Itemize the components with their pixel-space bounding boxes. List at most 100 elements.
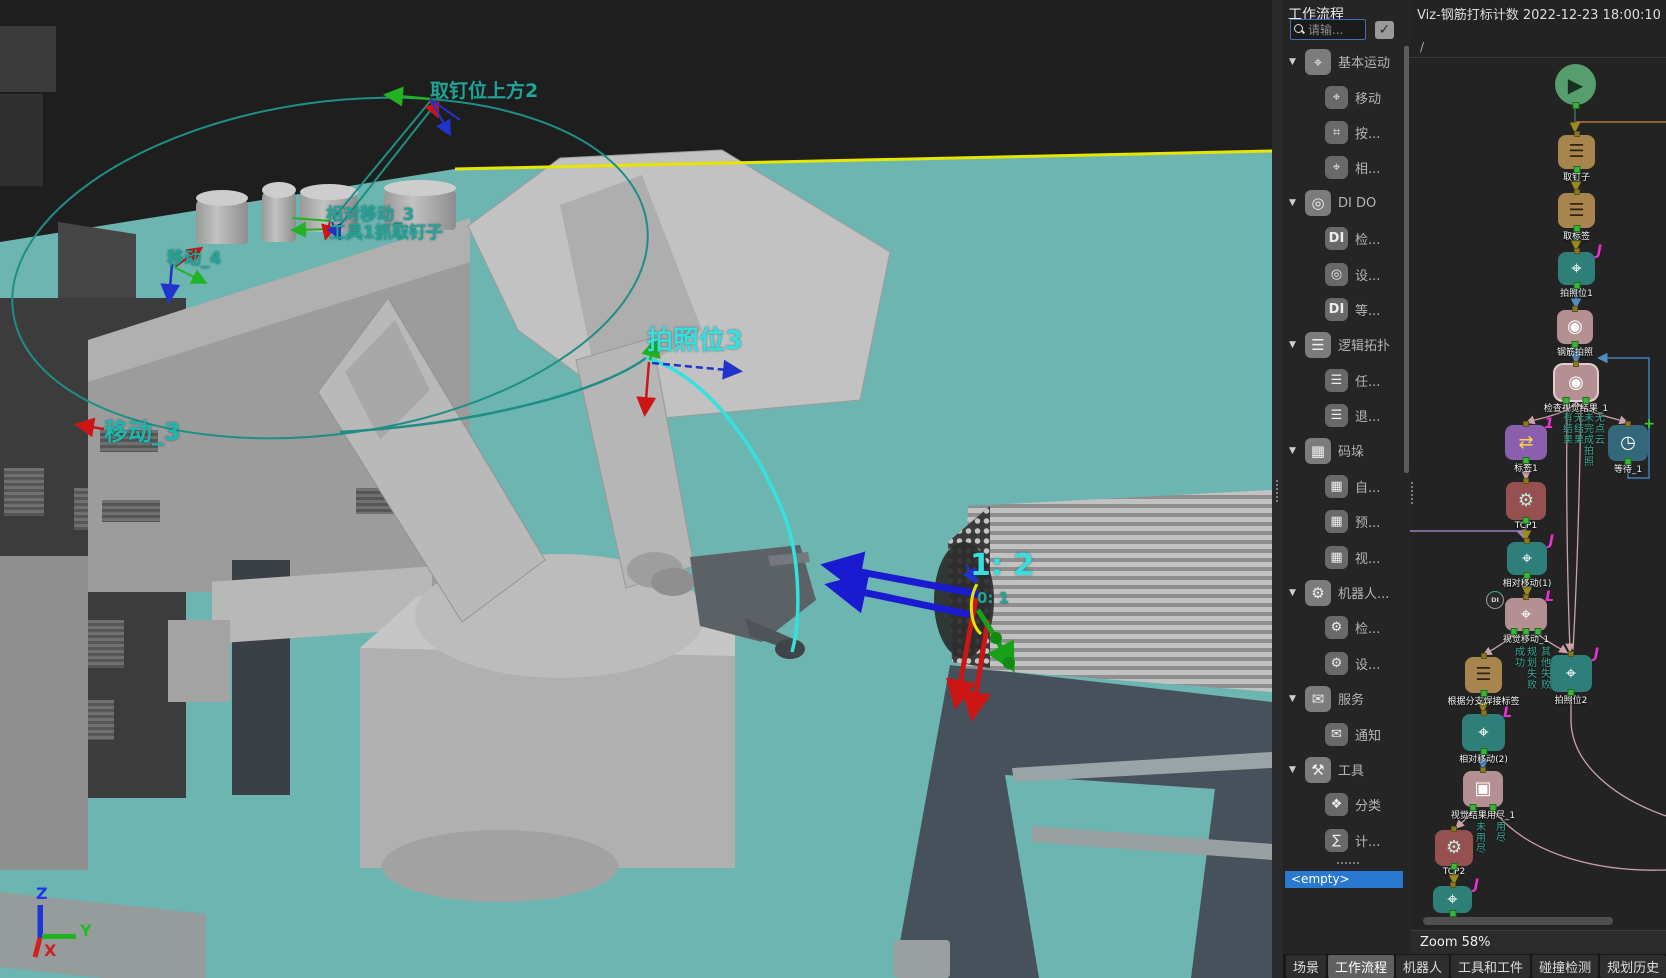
input-port[interactable] [1574,248,1580,254]
graph-resize-handle[interactable] [1411,482,1413,504]
output-port[interactable] [1573,166,1580,173]
output-port[interactable] [1480,748,1487,755]
output-port[interactable] [1568,689,1575,696]
input-port[interactable] [1572,306,1578,312]
output-port[interactable] [1535,628,1542,635]
output-port[interactable] [1470,804,1477,811]
node-4[interactable]: ◉钢筋拍照 [1557,310,1593,344]
tree-item-17[interactable]: ▼⚙设... [1283,646,1404,681]
tab-碰撞检测[interactable]: 碰撞检测 [1532,955,1598,978]
input-port[interactable] [1481,653,1487,659]
input-port[interactable] [1574,131,1580,137]
input-port[interactable] [1481,710,1487,716]
input-port[interactable] [1523,478,1529,484]
waypoint-label[interactable]: 取钉位上方2 [430,76,538,103]
tab-工作流程[interactable]: 工作流程 [1328,955,1394,978]
tab-规划历史[interactable]: 规划历史 [1600,955,1666,978]
waypoint-label[interactable]: 移动_3 [104,412,181,447]
sidebar-scrollbar[interactable] [1404,46,1409,473]
node-14[interactable]: ▣视觉结果用尽_1 [1463,771,1503,807]
search-input[interactable]: 请输... [1290,19,1366,40]
breadcrumb[interactable]: / [1420,40,1424,54]
tab-机器人[interactable]: 机器人 [1396,955,1449,978]
input-port[interactable] [1523,594,1529,600]
output-port[interactable] [1562,397,1569,404]
node-3[interactable]: ⌖J拍照位1 [1558,252,1595,285]
waypoint-label[interactable]: 拍照位3 [647,320,743,357]
tree-item-7[interactable]: ▼DI等... [1283,292,1404,327]
output-port[interactable] [1572,341,1579,348]
filter-checkbox[interactable]: ✓ [1375,21,1394,39]
tree-item-20[interactable]: ▼⚒工具 [1283,752,1404,787]
tree-item-15[interactable]: ▼⚙机器人... [1283,575,1404,610]
waypoint-label[interactable]: 移动_4 [167,244,221,269]
node-12[interactable]: ⌖J拍照位2 [1550,655,1592,692]
tree-item-21[interactable]: ▼❖分类 [1283,787,1404,822]
node-6[interactable]: ⇄1标签1 [1505,425,1547,460]
output-port[interactable] [1451,863,1458,870]
sidebar-resize-handle[interactable] [1337,862,1359,864]
tree-item-22[interactable]: ▼∑计... [1283,823,1404,858]
graph-hscrollbar[interactable] [1423,917,1613,925]
input-port[interactable] [1573,361,1579,367]
node-graph-canvas[interactable]: ▶ ☰取钉子 ☰取标签 ⌖J拍照位1 ◉钢筋拍照 ◉检查视觉结果_1⇄1标签1 ◷+等待_1… [1410,58,1666,930]
node-5[interactable]: ◉检查视觉结果_1 [1555,365,1597,400]
tree-item-16[interactable]: ▼⚙检... [1283,610,1404,645]
tab-工具和工件[interactable]: 工具和工件 [1451,955,1530,978]
expand-arrow-icon[interactable]: ▼ [1289,198,1305,208]
waypoint-label[interactable]: 0: 1 [977,589,1009,607]
tree-item-6[interactable]: ▼◎设... [1283,256,1404,291]
expand-arrow-icon[interactable]: ▼ [1289,588,1305,598]
node-2[interactable]: ☰取标签 [1558,193,1595,228]
expand-arrow-icon[interactable]: ▼ [1289,57,1305,67]
output-port[interactable] [1583,397,1590,404]
output-port[interactable] [1449,910,1456,917]
output-port[interactable] [1524,572,1531,579]
input-port[interactable] [1480,767,1486,773]
output-port[interactable] [1523,628,1530,635]
divider-handle[interactable] [1276,480,1278,502]
node-7[interactable]: ◷+等待_1 [1608,425,1648,461]
panel-divider[interactable] [1272,0,1283,978]
expand-arrow-icon[interactable]: ▼ [1289,765,1305,775]
tree-item-19[interactable]: ▼✉通知 [1283,716,1404,751]
tree-item-14[interactable]: ▼▦视... [1283,539,1404,574]
start-node[interactable]: ▶ [1555,64,1596,105]
expand-arrow-icon[interactable]: ▼ [1289,694,1305,704]
tree-item-1[interactable]: ▼⌖移动 [1283,79,1404,114]
tree-item-18[interactable]: ▼✉服务 [1283,681,1404,716]
tree-item-8[interactable]: ▼☰逻辑拓扑 [1283,327,1404,362]
input-port[interactable] [1450,882,1456,888]
node[interactable]: ⌖J [1433,886,1472,913]
tree-item-12[interactable]: ▼▦自... [1283,469,1404,504]
node-8[interactable]: ⚙TCP1 [1506,482,1546,520]
input-port[interactable] [1451,826,1457,832]
expand-arrow-icon[interactable]: ▼ [1289,340,1305,350]
output-port[interactable] [1625,458,1632,465]
expand-arrow-icon[interactable]: ▼ [1289,446,1305,456]
node-1[interactable]: ☰取钉子 [1558,135,1595,169]
output-port[interactable] [1573,225,1580,232]
tree-item-5[interactable]: ▼DI检... [1283,221,1404,256]
node-11[interactable]: ☰根据分支焊接标签 [1465,657,1502,693]
tab-场景[interactable]: 场景 [1286,955,1326,978]
output-port[interactable] [1523,457,1530,464]
output-port[interactable] [1572,102,1579,109]
tree-item-9[interactable]: ▼☰任... [1283,363,1404,398]
tree-item-10[interactable]: ▼☰退... [1283,398,1404,433]
tree-item-3[interactable]: ▼⌖相... [1283,150,1404,185]
tree-item-4[interactable]: ▼◎DI DO [1283,186,1404,221]
output-port[interactable] [1523,517,1530,524]
tree-item-2[interactable]: ▼⌗按... [1283,115,1404,150]
input-port[interactable] [1574,189,1580,195]
output-port[interactable] [1490,804,1497,811]
tree-item-0[interactable]: ▼⌖基本运动 [1283,44,1404,79]
input-port[interactable] [1523,421,1529,427]
3d-viewport[interactable]: 取钉位上方2相对移动_3工具1抓取钉子移动_4拍照位3移动_31: 20: 1 … [0,0,1272,978]
node-10[interactable]: ⌖L视觉移动_1DI [1505,598,1547,631]
output-port[interactable] [1510,628,1517,635]
output-port[interactable] [1480,690,1487,697]
node-13[interactable]: ⌖L相对移动(2) [1462,714,1505,751]
waypoint-label[interactable]: 工具1抓取钉子 [329,218,443,243]
tree-item-11[interactable]: ▼▦码垛 [1283,433,1404,468]
